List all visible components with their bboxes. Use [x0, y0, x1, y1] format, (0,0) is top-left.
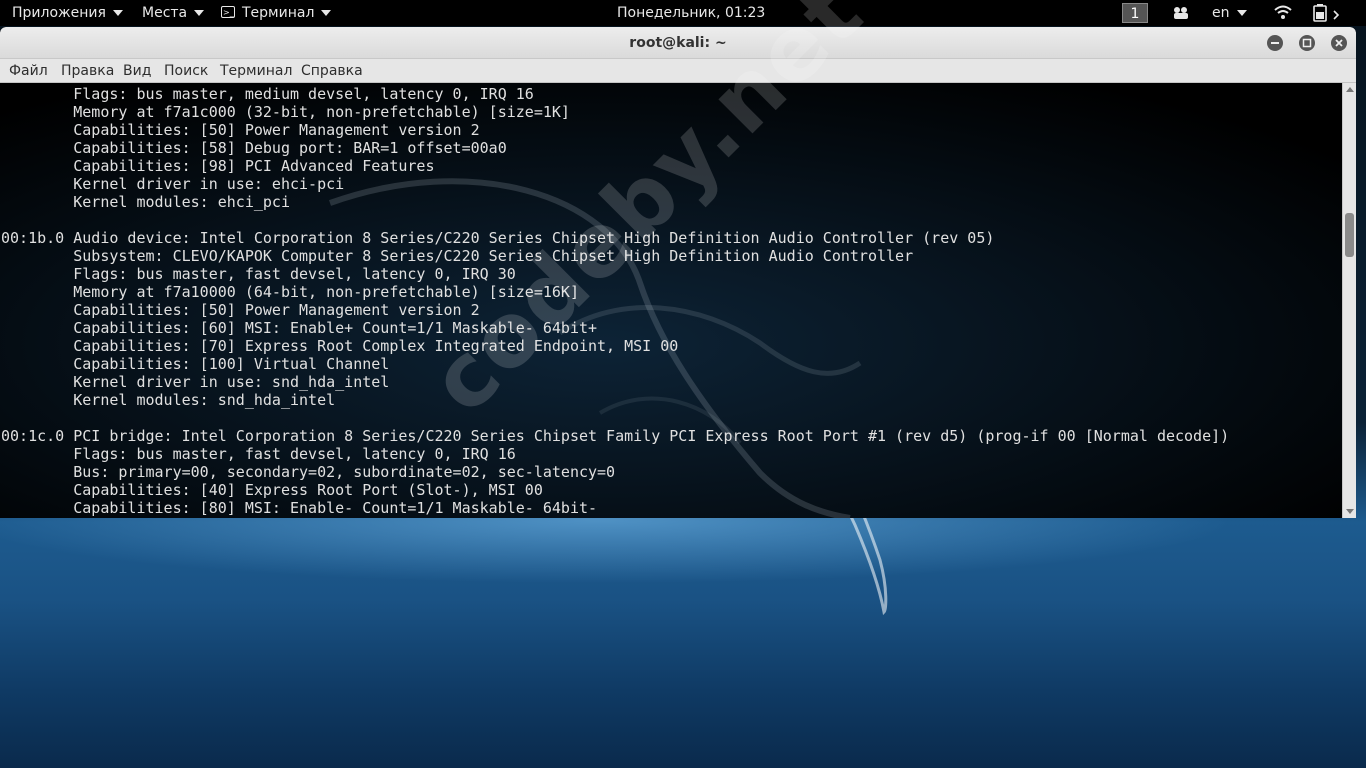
top-panel: Приложения Места >_ Терминал Понедельник,…	[0, 0, 1366, 26]
menu-edit[interactable]: Правка	[60, 59, 115, 83]
close-button[interactable]	[1331, 35, 1347, 51]
maximize-button[interactable]	[1299, 35, 1315, 51]
terminal-line: Capabilities: [50] Power Management vers…	[1, 301, 480, 319]
terminal-line: 00:1c.0 PCI bridge: Intel Corporation 8 …	[1, 427, 1230, 445]
terminal-line: Capabilities: [100] Virtual Channel	[1, 355, 390, 373]
chevron-down-icon	[112, 10, 123, 16]
terminal-app-label: Терминал	[242, 5, 315, 21]
menu-help[interactable]: Справка	[300, 59, 364, 83]
terminal-line: Flags: bus master, medium devsel, latenc…	[1, 85, 534, 103]
scroll-down-arrow-icon[interactable]	[1346, 509, 1354, 514]
places-menu[interactable]: Места	[142, 0, 205, 26]
menu-terminal[interactable]: Терминал	[219, 59, 293, 83]
window-titlebar[interactable]: root@kali: ~	[0, 27, 1356, 59]
terminal-line: Capabilities: [40] Express Root Port (Sl…	[1, 481, 543, 499]
terminal-line: Flags: bus master, fast devsel, latency …	[1, 265, 516, 283]
terminal-line: Kernel modules: snd_hda_intel	[1, 391, 336, 409]
applications-menu[interactable]: Приложения	[12, 0, 123, 26]
wifi-icon[interactable]	[1273, 0, 1293, 26]
terminal-icon: >_	[221, 6, 235, 18]
terminal-line: Capabilities: [70] Express Root Complex …	[1, 337, 679, 355]
terminal-line: Kernel driver in use: snd_hda_intel	[1, 373, 390, 391]
terminal-line: Bus: primary=00, secondary=02, subordina…	[1, 463, 616, 481]
chevron-down-icon	[194, 10, 205, 16]
close-icon	[1335, 39, 1343, 47]
maximize-icon	[1302, 38, 1312, 48]
workspace-indicator[interactable]: 1	[1122, 3, 1148, 23]
keyboard-layout-label: en	[1212, 5, 1230, 21]
terminal-line: Memory at f7a10000 (64-bit, non-prefetch…	[1, 283, 579, 301]
terminal-line: Capabilities: [58] Debug port: BAR=1 off…	[1, 139, 507, 157]
battery-power-icon[interactable]	[1312, 0, 1342, 26]
terminal-line: Memory at f7a1c000 (32-bit, non-prefetch…	[1, 103, 570, 121]
wifi-icon-glyph	[1274, 5, 1292, 19]
window-title: root@kali: ~	[629, 35, 727, 51]
menu-search[interactable]: Поиск	[163, 59, 209, 83]
terminal-line: Capabilities: [80] MSI: Enable- Count=1/…	[1, 499, 598, 517]
applications-label: Приложения	[12, 5, 106, 21]
people-icon-glyph	[1174, 7, 1188, 19]
terminal-line: Capabilities: [60] MSI: Enable+ Count=1/…	[1, 319, 598, 337]
chevron-down-icon	[1236, 10, 1247, 16]
terminal-output[interactable]: Flags: bus master, medium devsel, latenc…	[0, 83, 1342, 518]
clock-label: Понедельник, 01:23	[617, 5, 766, 21]
battery-icon-glyph	[1313, 4, 1340, 22]
places-label: Места	[142, 5, 188, 21]
terminal-app-menu[interactable]: >_ Терминал	[221, 0, 332, 26]
chevron-down-icon	[321, 10, 332, 16]
scroll-up-arrow-icon[interactable]	[1346, 87, 1354, 92]
terminal-scrollbar[interactable]	[1342, 83, 1356, 518]
terminal-line: Flags: bus master, fast devsel, latency …	[1, 445, 516, 463]
clock[interactable]: Понедельник, 01:23	[617, 0, 765, 26]
terminal-text: Flags: bus master, medium devsel, latenc…	[1, 85, 1229, 517]
terminal-line: Capabilities: [98] PCI Advanced Features	[1, 157, 435, 175]
terminal-menubar: Файл Правка Вид Поиск Терминал Справка	[0, 59, 1356, 83]
keyboard-layout-menu[interactable]: en	[1212, 0, 1247, 26]
terminal-line: 00:1b.0 Audio device: Intel Corporation …	[1, 229, 995, 247]
terminal-window[interactable]: root@kali: ~ Файл Правка Вид Поиск Терми…	[0, 27, 1356, 518]
terminal-line: Kernel modules: ehci_pci	[1, 193, 290, 211]
terminal-line: Capabilities: [50] Power Management vers…	[1, 121, 480, 139]
people-icon[interactable]	[1172, 0, 1190, 26]
menu-file[interactable]: Файл	[8, 59, 49, 83]
terminal-line: Kernel driver in use: ehci-pci	[1, 175, 345, 193]
minimize-icon	[1271, 42, 1279, 44]
menu-view[interactable]: Вид	[122, 59, 152, 83]
terminal-line: Subsystem: CLEVO/KAPOK Computer 8 Series…	[1, 247, 914, 265]
scrollbar-thumb[interactable]	[1345, 213, 1354, 257]
minimize-button[interactable]	[1267, 35, 1283, 51]
